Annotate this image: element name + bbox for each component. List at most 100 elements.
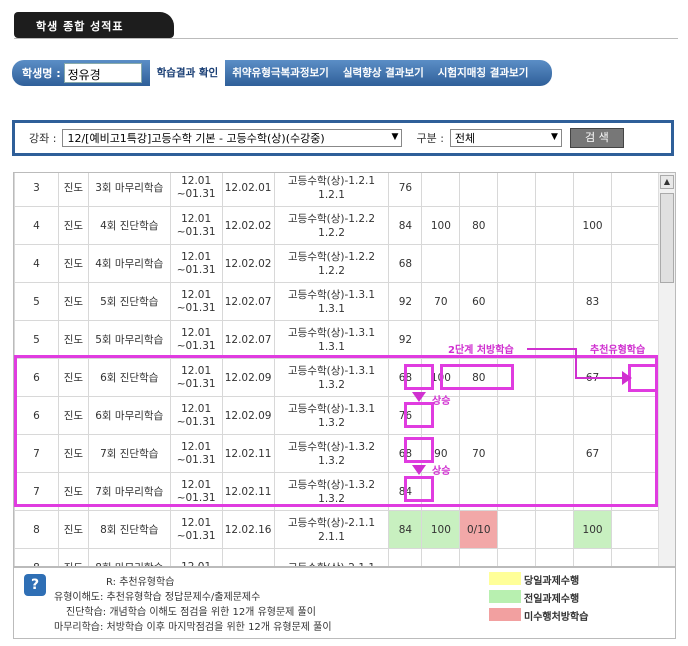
cell-score — [497, 472, 537, 511]
table-row[interactable]: 8진도8회 마무리학습12.01 고등수학(상)-2.1.1 — [14, 548, 659, 566]
legend-line: 진단학습: 개념학습 이해도 점검을 위한 12개 유형문제 풀이 — [66, 607, 316, 618]
cell-score: 70 — [421, 282, 461, 321]
cell-no: 3 — [14, 173, 59, 207]
tab-weakness-overcome[interactable]: 취약유형극복과정보기 — [225, 60, 336, 86]
cell-score — [573, 244, 613, 283]
table-row[interactable]: 4 진도 4회 마무리학습 12.01 ~01.31 12.02.02 고등수학(상)-1.… — [14, 244, 659, 283]
cell-subject: 고등수학(상)-2.1.1 2.1.1 — [273, 510, 390, 549]
cell-score: 67 — [573, 434, 613, 473]
cell-score — [535, 548, 575, 566]
cell-subject: 고등수학(상)-1.2.2 1.2.2 — [273, 206, 390, 245]
cell-score — [573, 548, 613, 566]
subject-code: 2.1.1 — [318, 530, 345, 543]
vertical-scrollbar[interactable]: ▲ — [658, 173, 675, 566]
cell-score — [535, 472, 575, 511]
cell-score: 68 — [388, 358, 423, 397]
cell-period: 12.01 ~01.31 — [169, 510, 223, 549]
cell-empty — [611, 206, 659, 245]
cell-score — [459, 396, 499, 435]
cell-period: 12.01 ~01.31 — [169, 396, 223, 435]
cell-score — [535, 282, 575, 321]
cell-empty — [611, 244, 659, 283]
cell-no: 6 — [14, 396, 59, 435]
help-icon: ? — [24, 574, 46, 596]
cell-lesson-name: 7회 진단학습 — [87, 434, 171, 473]
table-row[interactable]: 7 진도 7회 진단학습 12.01 ~01.31 12.02.11 고등수학(상)-1.3… — [14, 434, 659, 473]
cell-empty — [611, 396, 659, 435]
cell-kind: 진도 — [57, 396, 89, 435]
cell-period: 12.01 — [169, 548, 223, 566]
subject-unit: 고등수학(상)-1.3.1 — [288, 326, 376, 339]
subject-code: 1.2.1 — [318, 188, 345, 201]
type-select[interactable]: 전체 ▼ — [449, 129, 562, 147]
table-row[interactable]: 3 진도 3회 마무리학습 12.01 ~01.31 12.02.01 고등수학(상)-1.… — [14, 173, 659, 207]
legend-line: 마무리학습: 처방학습 이후 마지막점검을 위한 12개 유형문제 풀이 — [54, 622, 332, 633]
cell-date — [221, 548, 275, 566]
table-row[interactable]: 5 진도 5회 진단학습 12.01 ~01.31 12.02.07 고등수학(상)-1.3… — [14, 282, 659, 321]
period-start: 12.01 — [181, 478, 212, 491]
cell-score — [497, 548, 537, 566]
cell-score — [535, 510, 575, 549]
tab-test-matching[interactable]: 시험지매칭 결과보기 — [431, 60, 536, 86]
cell-period: 12.01 ~01.31 — [169, 472, 223, 511]
connector-line — [575, 348, 577, 378]
subject-code: 1.3.2 — [318, 378, 345, 391]
arrow-right-icon — [622, 371, 632, 385]
cell-score: 84 — [388, 510, 423, 549]
cell-score — [421, 472, 461, 511]
cell-score: 80 — [459, 206, 499, 245]
scroll-thumb[interactable] — [660, 193, 674, 283]
cell-score: 100 — [421, 206, 461, 245]
student-name-field[interactable]: 정유경 — [63, 63, 142, 83]
cell-subject: 고등수학(상)-1.2.2 1.2.2 — [273, 244, 390, 283]
cell-score: 100 — [573, 510, 613, 549]
dropdown-arrow-icon: ▼ — [391, 132, 399, 142]
cell-no: 4 — [14, 244, 59, 283]
course-select[interactable]: 12/[예비고1특강]고등수학 기본 - 고등수학(상)(수강중) ▼ — [62, 129, 403, 147]
cell-period: 12.01 ~01.31 — [169, 244, 223, 283]
tab-skill-improvement[interactable]: 실력향상 결과보기 — [336, 60, 431, 86]
subject-code: 1.3.2 — [318, 492, 345, 505]
subject-unit: 고등수학(상)-1.3.1 — [288, 288, 376, 301]
period-start: 12.01 — [181, 212, 212, 225]
scroll-up-icon[interactable]: ▲ — [660, 175, 674, 189]
period-end: ~01.31 — [176, 453, 216, 466]
cell-empty — [611, 548, 659, 566]
table-row[interactable]: 5 진도 5회 마무리학습 12.01 ~01.31 12.02.07 고등수학(상)-1.… — [14, 320, 659, 359]
cell-period: 12.01 ~01.31 — [169, 173, 223, 207]
legend-panel: ? R: 추천유형학습 유형이해도: 추천유형학습 정답문제수/출제문제수 진단… — [13, 567, 676, 639]
cell-score — [535, 358, 575, 397]
cell-score — [421, 173, 461, 207]
cell-score — [421, 548, 461, 566]
table-row[interactable]: 6 진도 6회 마무리학습 12.01 ~01.31 12.02.09 고등수학(상)-1.… — [14, 396, 659, 435]
subject-code: 1.2.2 — [318, 226, 345, 239]
cell-score — [459, 472, 499, 511]
cell-lesson-name: 6회 진단학습 — [87, 358, 171, 397]
table-row[interactable]: 4 진도 4회 진단학습 12.01 ~01.31 12.02.02 고등수학(상)-1.2… — [14, 206, 659, 245]
tab-learning-result[interactable]: 학습결과 확인 — [149, 60, 226, 86]
cell-empty — [611, 173, 659, 207]
subject-unit: 고등수학(상)-1.3.2 — [288, 478, 376, 491]
search-button[interactable]: 검 색 — [569, 128, 624, 148]
cell-score — [497, 173, 537, 207]
cell-subject: 고등수학(상)-1.3.1 1.3.1 — [273, 282, 390, 321]
legend-swatch-label: 당일과제수행 — [524, 576, 580, 587]
filter-bar: 강좌 : 12/[예비고1특강]고등수학 기본 - 고등수학(상)(수강중) ▼… — [12, 120, 674, 156]
cell-score — [535, 206, 575, 245]
cell-subject: 고등수학(상)-2.1.1 — [273, 548, 390, 566]
cell-score: 92 — [388, 282, 423, 321]
legend-swatch-label: 미수행처방학습 — [524, 612, 589, 623]
subject-unit: 고등수학(상)-1.3.1 — [288, 364, 376, 377]
table-row[interactable]: 7 진도 7회 마무리학습 12.01 ~01.31 12.02.11 고등수학(상)-1.… — [14, 472, 659, 511]
cell-subject: 고등수학(상)-1.3.1 1.3.2 — [273, 358, 390, 397]
cell-period: 12.01 ~01.31 — [169, 320, 223, 359]
cell-subject: 고등수학(상)-1.3.1 1.3.1 — [273, 320, 390, 359]
cell-lesson-name: 7회 마무리학습 — [87, 472, 171, 511]
dropdown-arrow-icon: ▼ — [550, 132, 558, 142]
cell-score — [535, 320, 575, 359]
table-row[interactable]: 6 진도 6회 진단학습 12.01 ~01.31 12.02.09 고등수학(상)-1.3… — [14, 358, 659, 397]
cell-date: 12.02.11 — [221, 434, 275, 473]
table-row[interactable]: 8 진도 8회 진단학습 12.01 ~01.31 12.02.16 고등수학(상)-2.1… — [14, 510, 659, 549]
cell-empty — [611, 282, 659, 321]
cell-kind: 진도 — [57, 472, 89, 511]
